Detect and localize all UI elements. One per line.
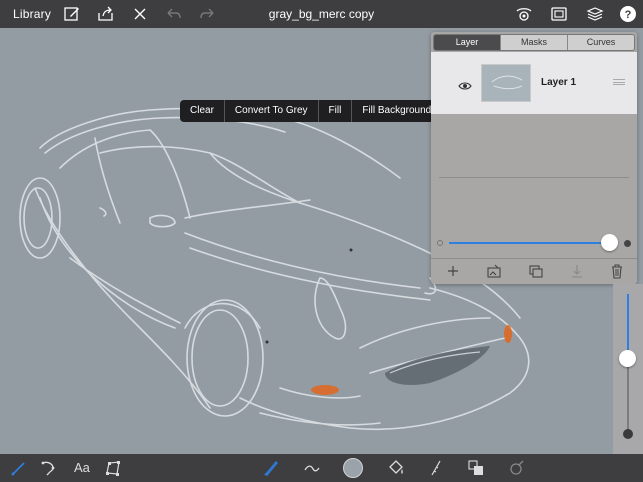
svg-text:?: ?	[625, 9, 632, 21]
clear-menu-item[interactable]: Clear	[180, 100, 225, 122]
fill-menu-item[interactable]: Fill	[319, 100, 353, 122]
panel-divider	[439, 177, 629, 178]
app-window: Library gray_bg_merc copy ? Clear Conver…	[0, 0, 643, 482]
brush-size-knob[interactable]	[619, 349, 636, 367]
color-well[interactable]	[343, 458, 363, 478]
layer-actions-bar	[431, 258, 637, 284]
canvas-icon[interactable]	[550, 5, 568, 23]
stroke-icon[interactable]	[303, 459, 321, 477]
layer-thumbnail	[481, 64, 531, 102]
transform-icon[interactable]	[104, 459, 122, 477]
layer-row[interactable]: Layer 1	[431, 52, 637, 114]
symmetry-icon[interactable]	[515, 5, 533, 23]
text-tool-icon[interactable]: Aa	[74, 460, 90, 475]
add-layer-icon[interactable]	[445, 263, 461, 279]
drag-handle-icon[interactable]	[613, 79, 625, 85]
selection-lasso-icon[interactable]	[40, 459, 58, 477]
merge-down-icon[interactable]	[569, 263, 585, 279]
opacity-knob[interactable]	[601, 234, 618, 251]
tab-masks[interactable]: Masks	[501, 35, 568, 50]
tab-curves[interactable]: Curves	[568, 35, 634, 50]
mixer-icon[interactable]	[508, 459, 526, 477]
brush-size-track-rest[interactable]	[627, 360, 629, 430]
duplicate-layer-icon[interactable]	[528, 263, 544, 279]
tab-layer[interactable]: Layer	[434, 35, 501, 50]
convert-to-grey-menu-item[interactable]: Convert To Grey	[225, 100, 319, 122]
layer-name: Layer 1	[541, 77, 577, 88]
help-icon[interactable]: ?	[619, 5, 637, 23]
import-image-icon[interactable]	[486, 263, 502, 279]
top-toolbar: Library gray_bg_merc copy ?	[0, 0, 643, 28]
brush-size-slider[interactable]	[613, 284, 643, 454]
stack-icon[interactable]	[467, 459, 485, 477]
layers-icon[interactable]	[586, 5, 604, 23]
context-menu: Clear Convert To Grey Fill Fill Backgrou…	[180, 100, 449, 122]
layers-tab-bar: Layer Masks Curves	[433, 34, 635, 51]
opacity-min-icon	[437, 240, 443, 246]
layer-opacity-slider[interactable]	[437, 234, 631, 251]
pencil-icon[interactable]	[262, 459, 280, 477]
fill-background-menu-item[interactable]: Fill Background	[352, 100, 443, 122]
brush-icon[interactable]	[10, 459, 28, 477]
fill-bucket-icon[interactable]	[387, 459, 405, 477]
trash-icon[interactable]	[609, 263, 625, 279]
brush-preview-dot	[623, 429, 633, 439]
document-title: gray_bg_merc copy	[268, 7, 375, 21]
ruler-icon[interactable]	[427, 459, 445, 477]
bottom-toolbar: Aa	[0, 454, 643, 482]
layers-panel: Layer Masks Curves Layer 1	[431, 32, 637, 284]
opacity-track[interactable]	[449, 242, 609, 244]
opacity-max-icon	[624, 240, 631, 247]
visibility-eye-icon[interactable]	[458, 78, 472, 90]
